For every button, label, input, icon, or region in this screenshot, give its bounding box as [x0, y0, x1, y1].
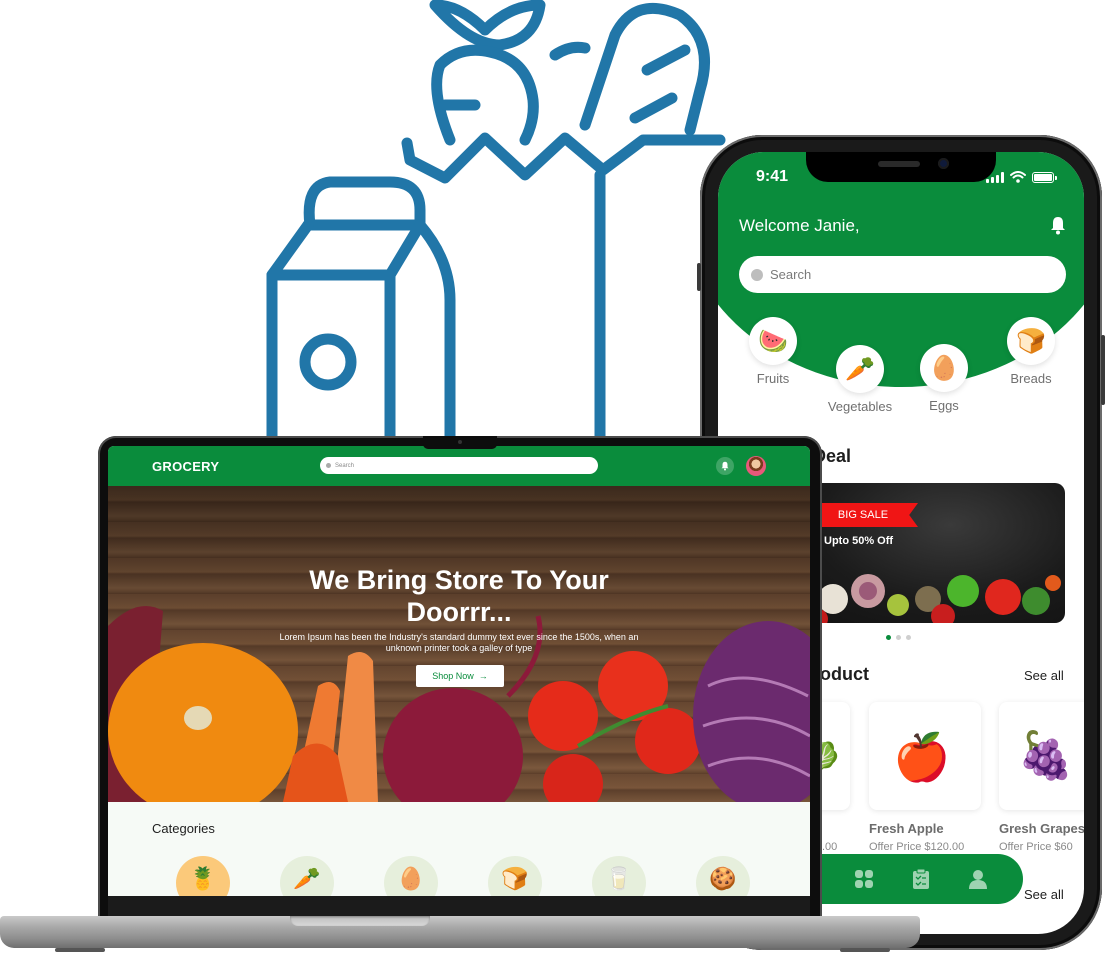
status-time: 9:41 [756, 168, 789, 185]
radish-icon [429, 0, 591, 146]
laptop-screen: GROCERY Search We Bring Store To Your Do… [108, 446, 810, 896]
product-name: Fresh Apple [869, 821, 944, 836]
see-all-link[interactable]: See all [1024, 887, 1064, 902]
grid-icon[interactable] [853, 868, 875, 890]
carousel-dot[interactable] [906, 635, 911, 640]
phone-search-input[interactable]: Search [739, 256, 1066, 293]
laptop-lid-opening-notch [290, 916, 430, 926]
brand-logo[interactable]: GROCERY [152, 459, 219, 474]
product-price: .00 [822, 841, 838, 853]
phone-category-eggs[interactable]: 🥚 Eggs [909, 344, 979, 413]
vegetables-icon: 🥕 [836, 345, 884, 393]
laptop-category-dairy[interactable]: 🥛 [592, 856, 646, 896]
carousel-dot[interactable] [896, 635, 901, 640]
laptop-category-vegetables[interactable]: 🥕 [280, 856, 334, 896]
hero-title-line1: We Bring Store To Your [309, 565, 609, 595]
laptop-category-eggs[interactable]: 🥚 [384, 856, 438, 896]
search-placeholder: Search [770, 267, 812, 282]
status-icons [986, 171, 1057, 183]
product-price: Offer Price $120.00 [869, 841, 965, 853]
hero-title-line2: Doorrr... [406, 597, 512, 627]
front-camera [938, 158, 949, 169]
category-label: Eggs [929, 398, 959, 413]
laptop-camera-notch [423, 436, 497, 449]
carousel-dots [886, 635, 911, 640]
signal-icon [986, 171, 1004, 183]
carousel-dot-active[interactable] [886, 635, 891, 640]
speaker [878, 161, 920, 167]
arrow-right-icon: → [478, 671, 488, 681]
category-label: Fruits [756, 371, 790, 386]
hero-title: We Bring Store To Your Doorrr... [108, 564, 810, 628]
hero-description: Lorem Ipsum has been the Industry's stan… [279, 632, 639, 653]
grocery-line-illustration [266, 0, 726, 440]
eggs-icon: 🥚 [920, 344, 968, 392]
laptop-category-breads[interactable]: 🍞 [488, 856, 542, 896]
laptop-base [0, 916, 920, 948]
laptop-foot [840, 948, 890, 952]
bell-icon[interactable] [716, 457, 734, 475]
phone-category-breads[interactable]: 🍞 Breads [996, 317, 1066, 386]
laptop-category-snacks[interactable]: 🍪 [696, 856, 750, 896]
phone-notch [806, 152, 996, 182]
product-name: Gresh Grapes [999, 821, 1084, 836]
product-card-grapes[interactable]: 🍇 [999, 702, 1084, 810]
welcome-greeting: Welcome Janie, [739, 216, 860, 235]
hero-banner: We Bring Store To Your Doorrr... Lorem I… [108, 486, 810, 802]
phone-power-button [1101, 335, 1105, 405]
category-label: Vegetables [827, 399, 893, 414]
baguette-icon [579, 2, 710, 136]
breads-icon: 🍞 [1007, 317, 1055, 365]
phone-category-fruits[interactable]: 🍉 Fruits [738, 317, 808, 386]
laptop-device: GROCERY Search We Bring Store To Your Do… [98, 436, 822, 918]
search-placeholder: Search [335, 462, 355, 469]
product-price: Offer Price $60 [999, 841, 1073, 853]
laptop-bezel [108, 896, 810, 916]
fruits-icon: 🍉 [749, 317, 797, 365]
battery-icon [1032, 171, 1057, 183]
grapes-image: 🍇 [1017, 729, 1075, 781]
phone-category-vegetables[interactable]: 🥕 Vegetables [825, 345, 895, 414]
shop-now-label: Shop Now [432, 671, 474, 681]
see-all-products-link[interactable]: See all [1024, 668, 1064, 683]
shop-now-button[interactable]: Shop Now → [416, 665, 504, 687]
profile-icon[interactable] [967, 868, 989, 890]
wifi-icon [1010, 171, 1026, 183]
search-icon [326, 463, 331, 468]
deal-subtitle: Upto 50% Off [824, 535, 894, 547]
laptop-navbar: GROCERY Search [108, 446, 810, 486]
category-label: Breads [1010, 371, 1052, 386]
orders-clipboard-icon[interactable] [910, 868, 932, 890]
laptop-search-input[interactable]: Search [320, 457, 598, 474]
apple-image: 🍎 [893, 731, 951, 783]
product-card-fresh-apple[interactable]: 🍎 [869, 702, 981, 810]
milk-carton-icon [266, 176, 456, 440]
search-icon [751, 268, 763, 281]
phone-mute-switch [697, 263, 701, 291]
big-sale-badge: BIG SALE [808, 503, 918, 527]
laptop-foot [55, 948, 105, 952]
laptop-category-fruits[interactable]: 🍍 [176, 856, 230, 896]
user-avatar[interactable] [746, 456, 766, 476]
categories-title: Categories [152, 821, 215, 836]
notification-bell-icon[interactable] [1050, 216, 1066, 235]
